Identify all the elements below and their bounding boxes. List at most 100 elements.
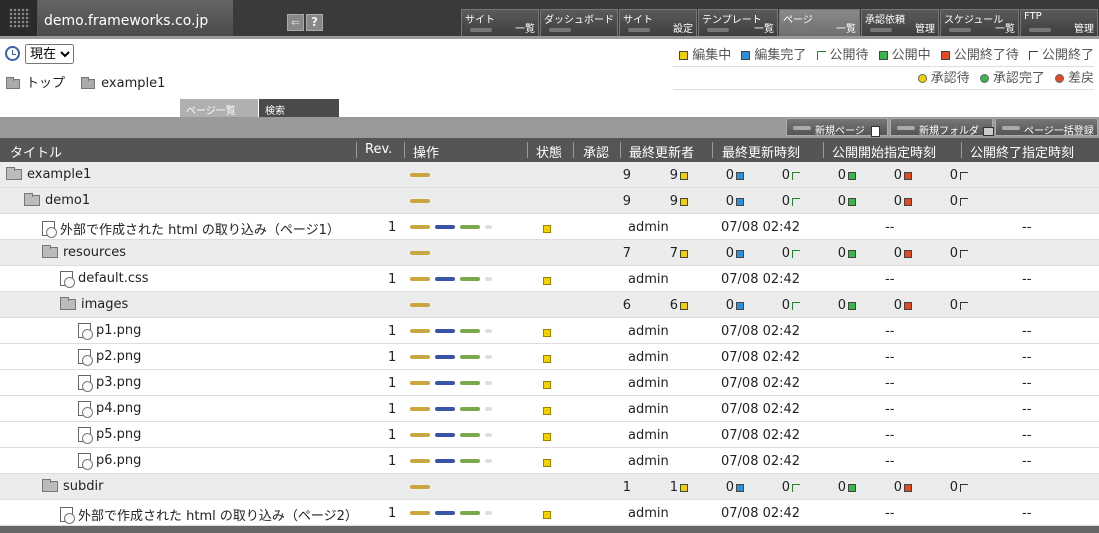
row-title[interactable]: p6.png: [78, 453, 141, 470]
edit-op-icon[interactable]: [410, 225, 430, 229]
publish-op-icon[interactable]: [460, 407, 480, 411]
col-rev[interactable]: Rev.: [365, 142, 392, 157]
row-title[interactable]: example1: [6, 167, 91, 182]
page-row[interactable]: 外部で作成された html の取り込み（ページ1） 1 admin 07/08 02:…: [0, 214, 1099, 240]
preview-op-icon[interactable]: [435, 511, 455, 515]
preview-op-icon[interactable]: [435, 433, 455, 437]
row-title[interactable]: 外部で作成された html の取り込み（ページ2）: [60, 505, 358, 524]
col-pub-end[interactable]: 公開終了指定時刻: [970, 142, 1074, 161]
new-folder-button[interactable]: 新規フォルダ: [890, 118, 994, 137]
row-title[interactable]: demo1: [24, 193, 90, 208]
status-count: 0: [934, 298, 968, 313]
row-pub-end: --: [1022, 454, 1032, 469]
page-row[interactable]: 外部で作成された html の取り込み（ページ2） 1 admin 07/08 02:…: [0, 500, 1099, 526]
menu-dashboard[interactable]: ダッシュボード: [540, 9, 618, 37]
preview-op-icon[interactable]: [435, 225, 455, 229]
menu-op-icon[interactable]: [410, 173, 430, 177]
folder-row[interactable]: resources 7 7 0 0 0 0 0: [0, 240, 1099, 266]
menu-label: 承認依頼: [865, 15, 905, 26]
preview-op-icon[interactable]: [435, 407, 455, 411]
folder-row[interactable]: images 6 6 0 0 0 0 0: [0, 292, 1099, 318]
col-updater[interactable]: 最終更新者: [629, 142, 694, 161]
menu-op-icon[interactable]: [410, 251, 430, 255]
menu-op-icon[interactable]: [410, 303, 430, 307]
col-pub-start[interactable]: 公開開始指定時刻: [832, 142, 936, 161]
preview-op-icon[interactable]: [435, 459, 455, 463]
publish-op-icon[interactable]: [460, 381, 480, 385]
tab-page-list[interactable]: ページ一覧: [180, 99, 258, 117]
status-count: 0: [710, 480, 744, 495]
row-title[interactable]: images: [60, 297, 128, 312]
new-page-button[interactable]: 新規ページ: [786, 118, 888, 137]
row-title[interactable]: 外部で作成された html の取り込み（ページ1）: [42, 219, 340, 238]
publish-op-icon[interactable]: [460, 433, 480, 437]
row-pub-start: --: [885, 506, 895, 521]
col-state[interactable]: 状態: [536, 142, 562, 161]
row-title[interactable]: p2.png: [78, 349, 141, 366]
site-name[interactable]: demo.frameworks.co.jp: [38, 0, 233, 38]
edit-op-icon[interactable]: [410, 277, 430, 281]
col-approve[interactable]: 承認: [583, 142, 609, 161]
edit-op-icon[interactable]: [410, 381, 430, 385]
breadcrumb-top[interactable]: トップ: [26, 76, 65, 91]
folder-row[interactable]: example1 9 9 0 0 0 0 0: [0, 162, 1099, 188]
page-row[interactable]: p2.png 1 admin 07/08 02:42 -- --: [0, 344, 1099, 370]
preview-op-icon[interactable]: [435, 277, 455, 281]
menu-op-icon[interactable]: [410, 199, 430, 203]
row-ops: [410, 220, 492, 234]
page-row[interactable]: p3.png 1 admin 07/08 02:42 -- --: [0, 370, 1099, 396]
edit-op-icon[interactable]: [410, 329, 430, 333]
row-title[interactable]: subdir: [42, 479, 103, 494]
edit-op-icon[interactable]: [410, 355, 430, 359]
folder-row[interactable]: demo1 9 9 0 0 0 0 0: [0, 188, 1099, 214]
col-updated[interactable]: 最終更新時刻: [722, 142, 800, 161]
row-title[interactable]: resources: [42, 245, 126, 260]
menu-site-settings[interactable]: サイト 設定: [619, 9, 697, 37]
period-select[interactable]: 現在: [25, 44, 74, 64]
edit-op-icon[interactable]: [410, 459, 430, 463]
menu-ftp[interactable]: FTP 管理: [1020, 9, 1098, 37]
edit-op-icon[interactable]: [410, 511, 430, 515]
row-title[interactable]: p4.png: [78, 401, 141, 418]
help-icon[interactable]: ?: [306, 14, 323, 31]
preview-op-icon[interactable]: [435, 381, 455, 385]
blue-square-icon: [736, 171, 744, 180]
preview-op-icon[interactable]: [435, 329, 455, 333]
row-title[interactable]: p3.png: [78, 375, 141, 392]
page-row[interactable]: p1.png 1 admin 07/08 02:42 -- --: [0, 318, 1099, 344]
legend-pub-wait: 公開待: [816, 44, 869, 63]
publish-op-icon[interactable]: [460, 329, 480, 333]
publish-op-icon[interactable]: [460, 511, 480, 515]
green-flag-icon: [792, 171, 800, 180]
bulk-register-button[interactable]: ページ一括登録: [995, 118, 1098, 137]
menu-page-list[interactable]: ページ 一覧: [779, 9, 860, 37]
edit-op-icon[interactable]: [410, 433, 430, 437]
page-row[interactable]: p4.png 1 admin 07/08 02:42 -- --: [0, 396, 1099, 422]
menu-schedule[interactable]: スケジュール 一覧: [940, 9, 1019, 37]
menu-label: サイト: [623, 15, 653, 26]
publish-op-icon[interactable]: [460, 277, 480, 281]
page-row[interactable]: p6.png 1 admin 07/08 02:42 -- --: [0, 448, 1099, 474]
row-title[interactable]: p5.png: [78, 427, 141, 444]
preview-op-icon[interactable]: [435, 355, 455, 359]
menu-approval[interactable]: 承認依頼 管理: [861, 9, 939, 37]
menu-op-icon[interactable]: [410, 485, 430, 489]
row-updater: admin: [628, 506, 669, 521]
row-title[interactable]: p1.png: [78, 323, 141, 340]
page-row[interactable]: default.css 1 admin 07/08 02:42 -- --: [0, 266, 1099, 292]
row-title[interactable]: default.css: [60, 271, 149, 288]
publish-op-icon[interactable]: [460, 355, 480, 359]
logo: [0, 0, 38, 38]
col-title[interactable]: タイトル: [10, 142, 62, 161]
folder-row[interactable]: subdir 1 1 0 0 0 0 0: [0, 474, 1099, 500]
back-icon[interactable]: ⇐: [287, 14, 304, 31]
state-editing-icon: [543, 404, 551, 419]
menu-template-list[interactable]: テンプレート 一覧: [698, 9, 778, 37]
edit-op-icon[interactable]: [410, 407, 430, 411]
tab-search[interactable]: 検索: [259, 99, 339, 117]
menu-site-list[interactable]: サイト 一覧: [461, 9, 539, 37]
page-row[interactable]: p5.png 1 admin 07/08 02:42 -- --: [0, 422, 1099, 448]
publish-op-icon[interactable]: [460, 225, 480, 229]
legend-label: 編集完了: [754, 48, 807, 63]
publish-op-icon[interactable]: [460, 459, 480, 463]
